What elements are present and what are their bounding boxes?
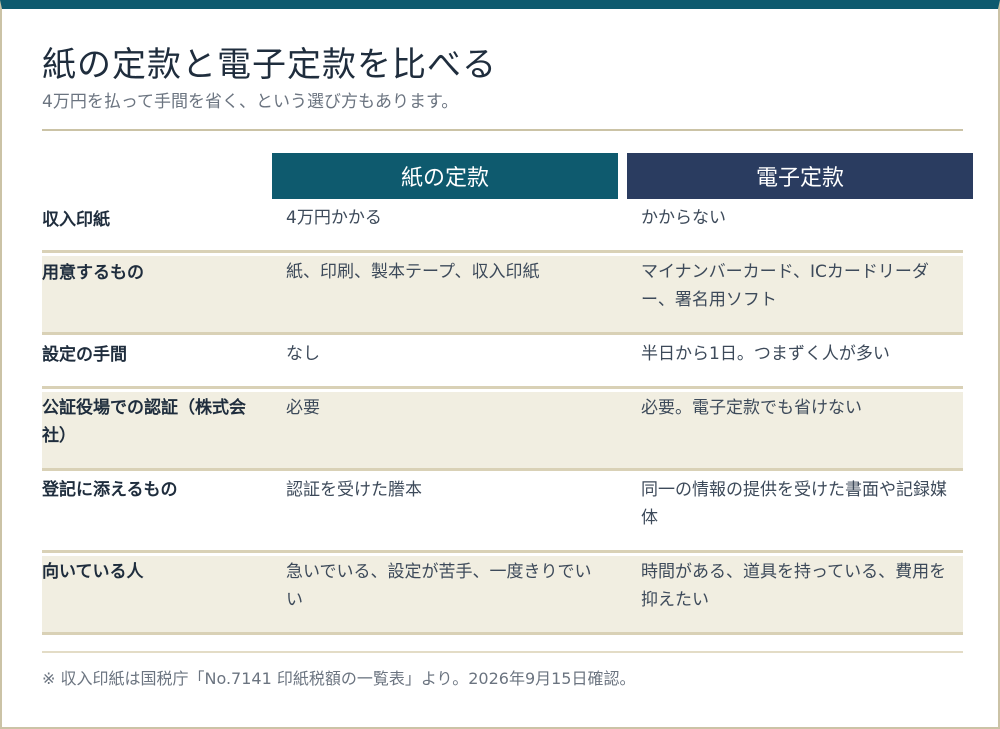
- table-row: 向いている人 急いでいる、設定が苦手、一度きりでいい 時間がある、道具を持ってい…: [42, 556, 963, 635]
- row-label: 向いている人: [42, 562, 144, 582]
- paper-cell: 認証を受けた謄本: [286, 480, 422, 500]
- divider: [42, 129, 963, 131]
- paper-cell: なし: [286, 344, 320, 364]
- comparison-card: 紙の定款と電子定款を比べる 4万円を払って手間を省く、という選び方もあります。 …: [0, 0, 1000, 729]
- table-row: 設定の手間 なし 半日から1日。つまずく人が多い: [42, 338, 963, 389]
- row-label: 用意するもの: [42, 263, 144, 283]
- table-row: 公証役場での認証（株式会社） 必要 必要。電子定款でも省けない: [42, 392, 963, 471]
- paper-cell: 急いでいる、設定が苦手、一度きりでいい: [286, 562, 592, 610]
- divider: [42, 651, 963, 653]
- table-row: 収入印紙 4万円かかる かからない: [42, 201, 963, 253]
- paper-cell: 4万円かかる: [286, 208, 382, 228]
- table-row: 用意するもの 紙、印刷、製本テープ、収入印紙 マイナンバーカード、ICカードリー…: [42, 256, 963, 335]
- digital-cell: 必要。電子定款でも省けない: [641, 398, 862, 418]
- row-label: 設定の手間: [42, 345, 127, 365]
- column-header-digital: 電子定款: [627, 153, 973, 199]
- digital-cell: かからない: [641, 208, 726, 228]
- page-subtitle: 4万円を払って手間を省く、という選び方もあります。: [42, 92, 459, 112]
- paper-cell: 必要: [286, 398, 320, 418]
- digital-cell: 同一の情報の提供を受けた書面や記録媒体: [641, 480, 947, 528]
- digital-cell: マイナンバーカード、ICカードリーダー、署名用ソフト: [641, 262, 929, 310]
- footnote: ※ 収入印紙は国税庁「No.7141 印紙税額の一覧表」より。2026年9月15…: [42, 669, 636, 688]
- digital-cell: 時間がある、道具を持っている、費用を抑えたい: [641, 562, 947, 610]
- row-label: 登記に添えるもの: [42, 480, 178, 500]
- digital-cell: 半日から1日。つまずく人が多い: [641, 344, 890, 364]
- page-title: 紙の定款と電子定款を比べる: [42, 45, 497, 85]
- row-label: 収入印紙: [42, 210, 110, 230]
- table-row: 登記に添えるもの 認証を受けた謄本 同一の情報の提供を受けた書面や記録媒体: [42, 474, 963, 553]
- paper-cell: 紙、印刷、製本テープ、収入印紙: [286, 262, 540, 282]
- column-header-paper: 紙の定款: [272, 153, 618, 199]
- row-label: 公証役場での認証（株式会社）: [42, 398, 246, 446]
